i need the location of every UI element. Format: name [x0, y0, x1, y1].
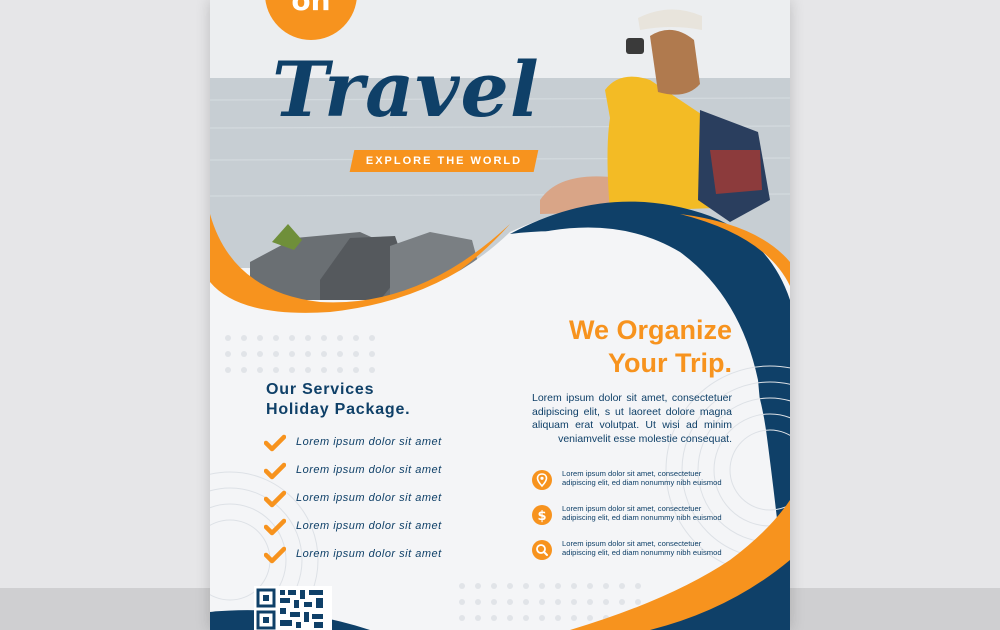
list-item: Lorem ipsum dolor sit amet: [264, 546, 504, 574]
service-item-text: Lorem ipsum dolor sit amet: [296, 520, 442, 532]
info-line1: Lorem ipsum dolor sit amet, consectetuer: [562, 469, 702, 478]
search-icon: [532, 540, 552, 560]
checkmark-icon: [264, 462, 286, 480]
dollar-icon: $: [532, 505, 552, 525]
services-title: Our Services Holiday Package.: [266, 380, 486, 420]
headline-line2: Your Trip.: [607, 348, 732, 378]
checkmark-icon: [264, 546, 286, 564]
qr-code-pattern: [256, 588, 323, 630]
service-item-text: Lorem ipsum dolor sit amet: [296, 436, 442, 448]
services-list: Lorem ipsum dolor sit amet Lorem ipsum d…: [264, 434, 504, 574]
service-item-text: Lorem ipsum dolor sit amet: [296, 464, 442, 476]
svg-text:$: $: [537, 509, 546, 524]
service-item-text: Lorem ipsum dolor sit amet: [296, 492, 442, 504]
info-line2: adipiscing elit, ed diam nonummy nibh eu…: [562, 548, 722, 557]
badge-text: on: [291, 0, 331, 17]
hero-title: Travel: [272, 45, 540, 134]
list-item: Lorem ipsum dolor sit amet, consectetuer…: [532, 468, 742, 503]
qr-code: [254, 586, 332, 630]
list-item: Lorem ipsum dolor sit amet: [264, 518, 504, 546]
intro-paragraph: Lorem ipsum dolor sit amet, consectetuer…: [532, 392, 732, 445]
service-item-text: Lorem ipsum dolor sit amet: [296, 548, 442, 560]
headline-line1: We Organize: [568, 315, 732, 345]
list-item: Lorem ipsum dolor sit amet: [264, 434, 504, 462]
list-item: Lorem ipsum dolor sit amet: [264, 490, 504, 518]
services-title-line2: Holiday Package.: [266, 401, 411, 418]
headline: We Organize Your Trip.: [490, 314, 732, 380]
hero-tagline: EXPLORE THE WORLD: [349, 150, 539, 172]
list-item: Lorem ipsum dolor sit amet: [264, 462, 504, 490]
list-item: Lorem ipsum dolor sit amet, consectetuer…: [532, 538, 742, 573]
checkmark-icon: [264, 490, 286, 508]
list-item: $ Lorem ipsum dolor sit amet, consectetu…: [532, 503, 742, 538]
location-pin-icon: [532, 470, 552, 490]
checkmark-icon: [264, 518, 286, 536]
travel-flyer: on Travel EXPLORE THE WORLD We Organize …: [210, 0, 790, 630]
hero-tagline-text: EXPLORE THE WORLD: [365, 155, 523, 167]
info-line1: Lorem ipsum dolor sit amet, consectetuer: [562, 539, 702, 548]
checkmark-icon: [264, 434, 286, 452]
info-line2: adipiscing elit, ed diam nonummy nibh eu…: [562, 478, 722, 487]
info-line1: Lorem ipsum dolor sit amet, consectetuer: [562, 504, 702, 513]
services-title-line1: Our Services: [266, 381, 375, 398]
info-list: Lorem ipsum dolor sit amet, consectetuer…: [532, 468, 742, 573]
info-line2: adipiscing elit, ed diam nonummy nibh eu…: [562, 513, 722, 522]
